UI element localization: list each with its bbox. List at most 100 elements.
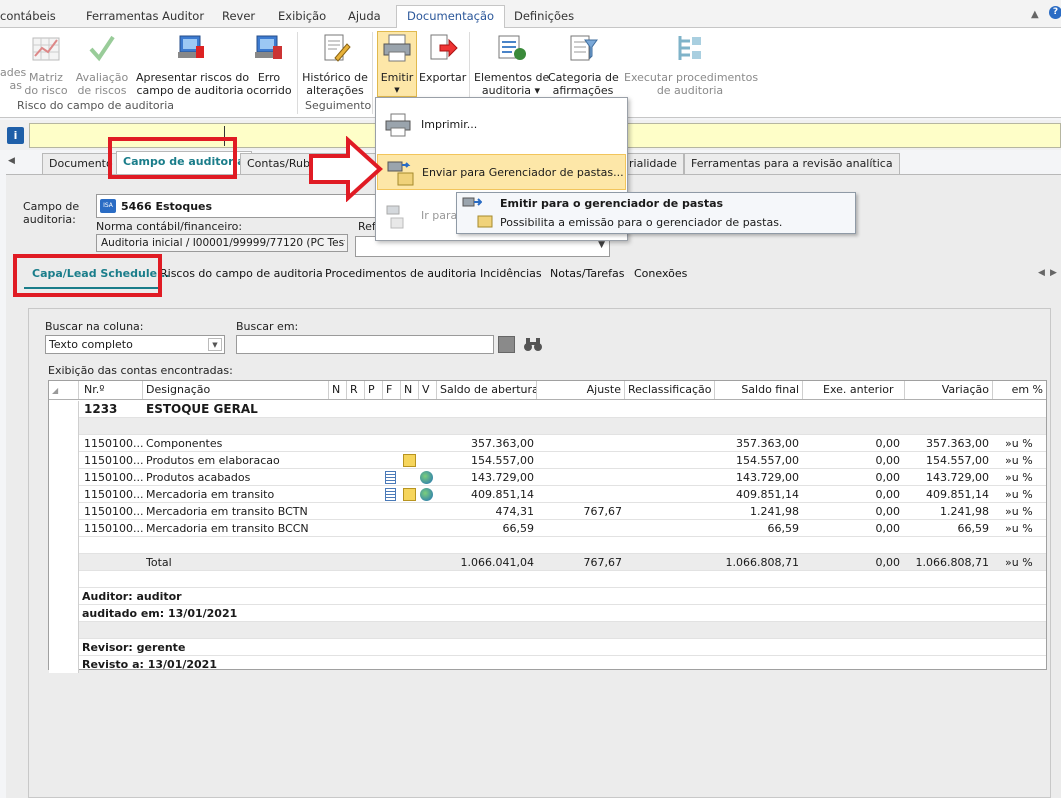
subtab-procedimentos[interactable]: Procedimentos de auditoria — [325, 267, 476, 280]
subtab-riscos[interactable]: Riscos do campo de auditoria — [160, 267, 323, 280]
table-row[interactable] — [49, 622, 1046, 639]
search-input[interactable] — [236, 335, 494, 354]
cell-abertura: 357.363,00 — [471, 437, 534, 450]
menu-tab-contabeis[interactable]: contábeis — [0, 6, 56, 28]
table-row[interactable]: 1150100... Produtos acabados 143.729,00 143… — [49, 469, 1046, 486]
note-icon[interactable] — [403, 488, 416, 501]
table-row[interactable]: 1233 ESTOQUE GERAL — [49, 401, 1046, 418]
error-occurred-button[interactable]: Erro ocorrido — [246, 32, 292, 97]
header-saldo-abertura[interactable]: Saldo de abertura — [437, 381, 537, 399]
header-n2[interactable]: N — [401, 381, 419, 399]
cell-final: 409.851,14 — [736, 488, 799, 501]
audit-elements-button[interactable]: Elementos de auditoria ▾ — [474, 32, 549, 97]
table-row[interactable]: 1150100... Mercadoria em transito BCTN 474… — [49, 503, 1046, 520]
header-variacao[interactable]: Variação — [905, 381, 993, 399]
row-selector[interactable] — [49, 418, 79, 435]
row-selector[interactable] — [49, 656, 79, 673]
table-row[interactable]: 1150100... Mercadoria em transito BCCN 66,… — [49, 520, 1046, 537]
row-selector[interactable] — [49, 469, 79, 486]
tab-materialidade[interactable]: rialidade — [622, 153, 684, 174]
globe-icon[interactable] — [420, 488, 433, 501]
row-selector[interactable] — [49, 537, 79, 554]
menu-tab-ferramentas-auditor[interactable]: Ferramentas Auditor — [86, 6, 204, 28]
cell-name: Mercadoria em transito BCCN — [146, 522, 309, 535]
subtab-scroll-right-icon[interactable]: ▶ — [1050, 268, 1057, 278]
row-selector[interactable] — [49, 622, 79, 639]
document-icon[interactable] — [385, 471, 396, 484]
cell-ajuste — [537, 520, 622, 537]
subtab-incidencias[interactable]: Incidências — [480, 267, 542, 280]
present-risks-button[interactable]: Apresentar riscos do campo de auditoria — [136, 32, 249, 97]
table-row[interactable]: Revisor: gerente — [49, 639, 1046, 656]
audit-elements-icon — [498, 35, 526, 60]
search-column-select[interactable]: Texto completo ▼ — [45, 335, 225, 354]
table-row[interactable] — [49, 537, 1046, 554]
header-n[interactable]: N — [329, 381, 347, 399]
row-selector[interactable] — [49, 401, 79, 418]
note-icon[interactable] — [403, 454, 416, 467]
assertion-category-button[interactable]: Categoria de afirmações — [548, 32, 619, 97]
ribbon-button-partial[interactable]: ades as — [0, 66, 26, 92]
minimize-ribbon-icon[interactable]: ▲ — [1031, 9, 1039, 20]
total-row[interactable]: Total 1.066.041,04 767,67 1.066.808,71 0… — [49, 554, 1046, 571]
execute-procedures-label: Executar procedimentos de auditoria — [624, 71, 759, 97]
emit-button[interactable]: Emitir ▼ — [377, 31, 417, 97]
table-row[interactable]: 1150100... Mercadoria em transito 409.851,… — [49, 486, 1046, 503]
table-row[interactable]: 1150100... Componentes 357.363,00 357.363,0… — [49, 435, 1046, 452]
subtab-notas-tarefas[interactable]: Notas/Tarefas — [550, 267, 624, 280]
header-saldo-final[interactable]: Saldo final — [715, 381, 803, 399]
row-selector[interactable] — [49, 435, 79, 452]
row-selector[interactable] — [49, 503, 79, 520]
row-selector[interactable] — [49, 452, 79, 469]
execute-procedures-button[interactable]: Executar procedimentos de auditoria — [624, 32, 759, 97]
row-selector[interactable] — [49, 605, 79, 622]
header-em-pct[interactable]: em % — [993, 381, 1046, 399]
table-row[interactable]: auditado em: 13/01/2021 — [49, 605, 1046, 622]
header-p[interactable]: P — [365, 381, 383, 399]
menu-item-imprimir[interactable]: Imprimir... — [377, 107, 626, 143]
row-selector[interactable] — [49, 639, 79, 656]
export-button[interactable]: Exportar — [419, 32, 466, 84]
menu-tab-definicoes[interactable]: Definições — [514, 6, 574, 28]
change-history-button[interactable]: Histórico de alterações — [302, 32, 368, 97]
row-selector[interactable] — [49, 486, 79, 503]
header-v[interactable]: V — [419, 381, 437, 399]
header-nr[interactable]: Nr.º — [81, 381, 143, 399]
menu-tab-rever[interactable]: Rever — [222, 6, 255, 28]
table-row[interactable]: Auditor: auditor — [49, 588, 1046, 605]
header-f[interactable]: F — [383, 381, 401, 399]
table-row[interactable]: 1150100... Produtos em elaboracao 154.557,… — [49, 452, 1046, 469]
row-selector[interactable] — [49, 588, 79, 605]
header-r[interactable]: R — [347, 381, 365, 399]
cell-abertura: 66,59 — [502, 522, 535, 535]
risk-evaluation-button[interactable]: Avaliação de riscos — [74, 32, 130, 97]
row-selector[interactable] — [49, 520, 79, 537]
table-row[interactable]: Revisto a: 13/01/2021 — [49, 656, 1046, 673]
header-reclassificacao[interactable]: Reclassificação — [625, 381, 715, 399]
subtab-scroll-left-icon[interactable]: ◀ — [1038, 268, 1045, 278]
header-exe-anterior[interactable]: Exe. anterior — [803, 381, 905, 399]
table-row[interactable] — [49, 571, 1046, 588]
subtab-conexoes[interactable]: Conexões — [634, 267, 687, 280]
menu-tab-documentacao[interactable]: Documentação — [396, 5, 506, 29]
menu-item-enviar-gerenciador[interactable]: Enviar para Gerenciador de pastas... — [377, 154, 626, 190]
menu-tab-ajuda[interactable]: Ajuda — [348, 6, 381, 28]
globe-icon[interactable] — [420, 471, 433, 484]
table-row[interactable] — [49, 418, 1046, 435]
chevron-down-icon: ▼ — [394, 86, 400, 94]
search-clear-button[interactable] — [498, 336, 515, 353]
binoculars-icon[interactable] — [523, 335, 543, 353]
header-ajuste[interactable]: Ajuste — [537, 381, 625, 399]
cell-variacao: 1.241,98 — [940, 505, 989, 518]
cell-pct: »u % — [1005, 471, 1033, 484]
tab-ferramentas-revisao-analitica[interactable]: Ferramentas para a revisão analítica — [684, 153, 900, 174]
help-icon[interactable]: ? — [1049, 6, 1061, 19]
risk-matrix-button[interactable]: Matriz do risco — [24, 32, 68, 97]
row-selector[interactable] — [49, 554, 79, 571]
tabs-scroll-left-icon[interactable]: ◀ — [8, 156, 15, 166]
row-selector[interactable] — [49, 571, 79, 588]
menu-tab-exibicao[interactable]: Exibição — [278, 6, 326, 28]
go-to-icon — [386, 205, 404, 229]
document-icon[interactable] — [385, 488, 396, 501]
header-designacao[interactable]: Designação — [143, 381, 329, 399]
